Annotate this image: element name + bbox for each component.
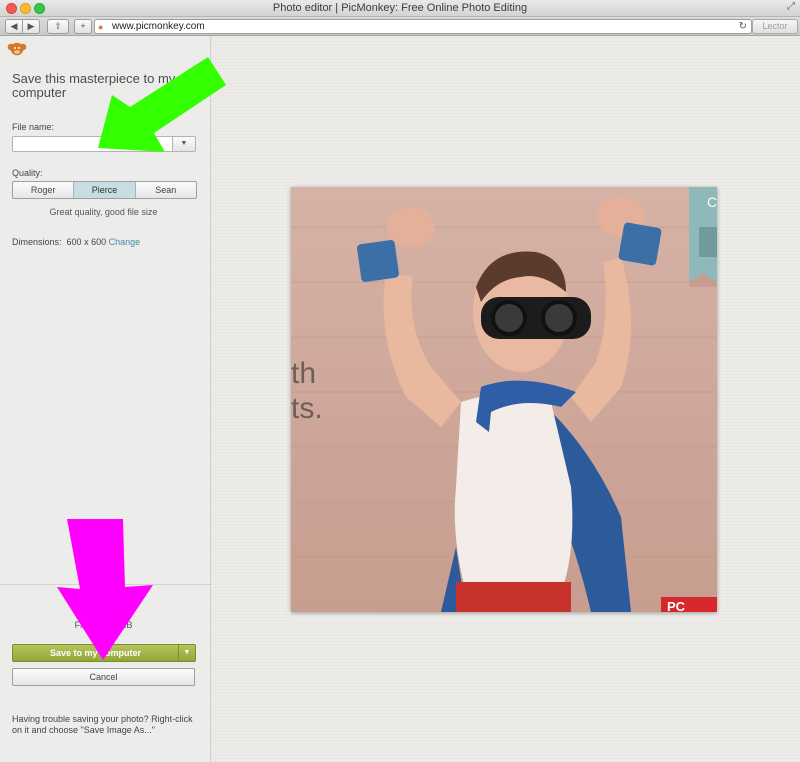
photo-corner-label: PC <box>667 599 686 612</box>
new-tab-button[interactable]: + <box>74 19 92 34</box>
back-button[interactable]: ◀ <box>5 19 23 34</box>
quality-option-pierce[interactable]: Pierce <box>74 182 136 198</box>
close-window-button[interactable] <box>6 3 17 14</box>
editor-canvas: C th ts. PC <box>211 36 800 762</box>
photo-overlay-text-1: th <box>291 357 316 390</box>
photo-preview[interactable]: C th ts. PC <box>291 187 717 612</box>
chevron-down-icon: ▼ <box>183 649 191 656</box>
window-title: Photo editor | PicMonkey: Free Online Ph… <box>272 2 528 14</box>
quality-option-sean[interactable]: Sean <box>136 182 196 198</box>
quality-description: Great quality, good file size <box>49 207 158 217</box>
browser-toolbar: ◀ ▶ ⇧ + ● www.picmonkey.com ↻ Lector <box>0 17 800 36</box>
quality-option-roger[interactable]: Roger <box>13 182 75 198</box>
forward-button[interactable]: ▶ <box>22 19 40 34</box>
site-favicon-icon: ● <box>98 22 104 32</box>
window-titlebar: Photo editor | PicMonkey: Free Online Ph… <box>0 0 800 17</box>
back-arrow-icon: ◀ <box>10 21 18 31</box>
plus-icon: + <box>80 21 86 31</box>
photo-overlay-text-2: ts. <box>291 392 323 425</box>
dimensions-label: Dimensions: <box>12 237 62 247</box>
save-options-dropdown[interactable]: ▼ <box>178 644 196 662</box>
fullscreen-icon[interactable]: ⤢ <box>787 2 795 12</box>
dimensions-row: Dimensions: 600 x 600 Change <box>12 237 140 247</box>
file-name-label: File name: <box>12 122 55 132</box>
quality-selector: Roger Pierce Sean <box>12 181 197 199</box>
change-dimensions-link[interactable]: Change <box>109 237 141 247</box>
monkey-logo-icon[interactable] <box>7 41 27 61</box>
address-bar[interactable]: ● www.picmonkey.com ↻ <box>94 19 752 34</box>
share-button[interactable]: ⇧ <box>47 19 69 34</box>
help-text: Having trouble saving your photo? Right-… <box>12 714 193 735</box>
dimensions-value: 600 x 600 <box>66 237 107 247</box>
superhero-kid-photo: C th ts. PC <box>291 187 717 612</box>
magenta-arrow <box>57 519 153 660</box>
quality-label: Quality: <box>12 168 43 178</box>
cancel-button[interactable]: Cancel <box>12 668 195 686</box>
reload-icon[interactable]: ↻ <box>739 20 747 33</box>
forward-arrow-icon: ▶ <box>27 21 35 31</box>
reader-button[interactable]: Lector <box>752 19 798 34</box>
zoom-window-button[interactable] <box>34 3 45 14</box>
green-arrow <box>98 57 226 152</box>
url-text: www.picmonkey.com <box>112 21 205 32</box>
banner-letter: C <box>707 194 717 210</box>
minimize-window-button[interactable] <box>20 3 31 14</box>
share-icon: ⇧ <box>54 21 62 31</box>
